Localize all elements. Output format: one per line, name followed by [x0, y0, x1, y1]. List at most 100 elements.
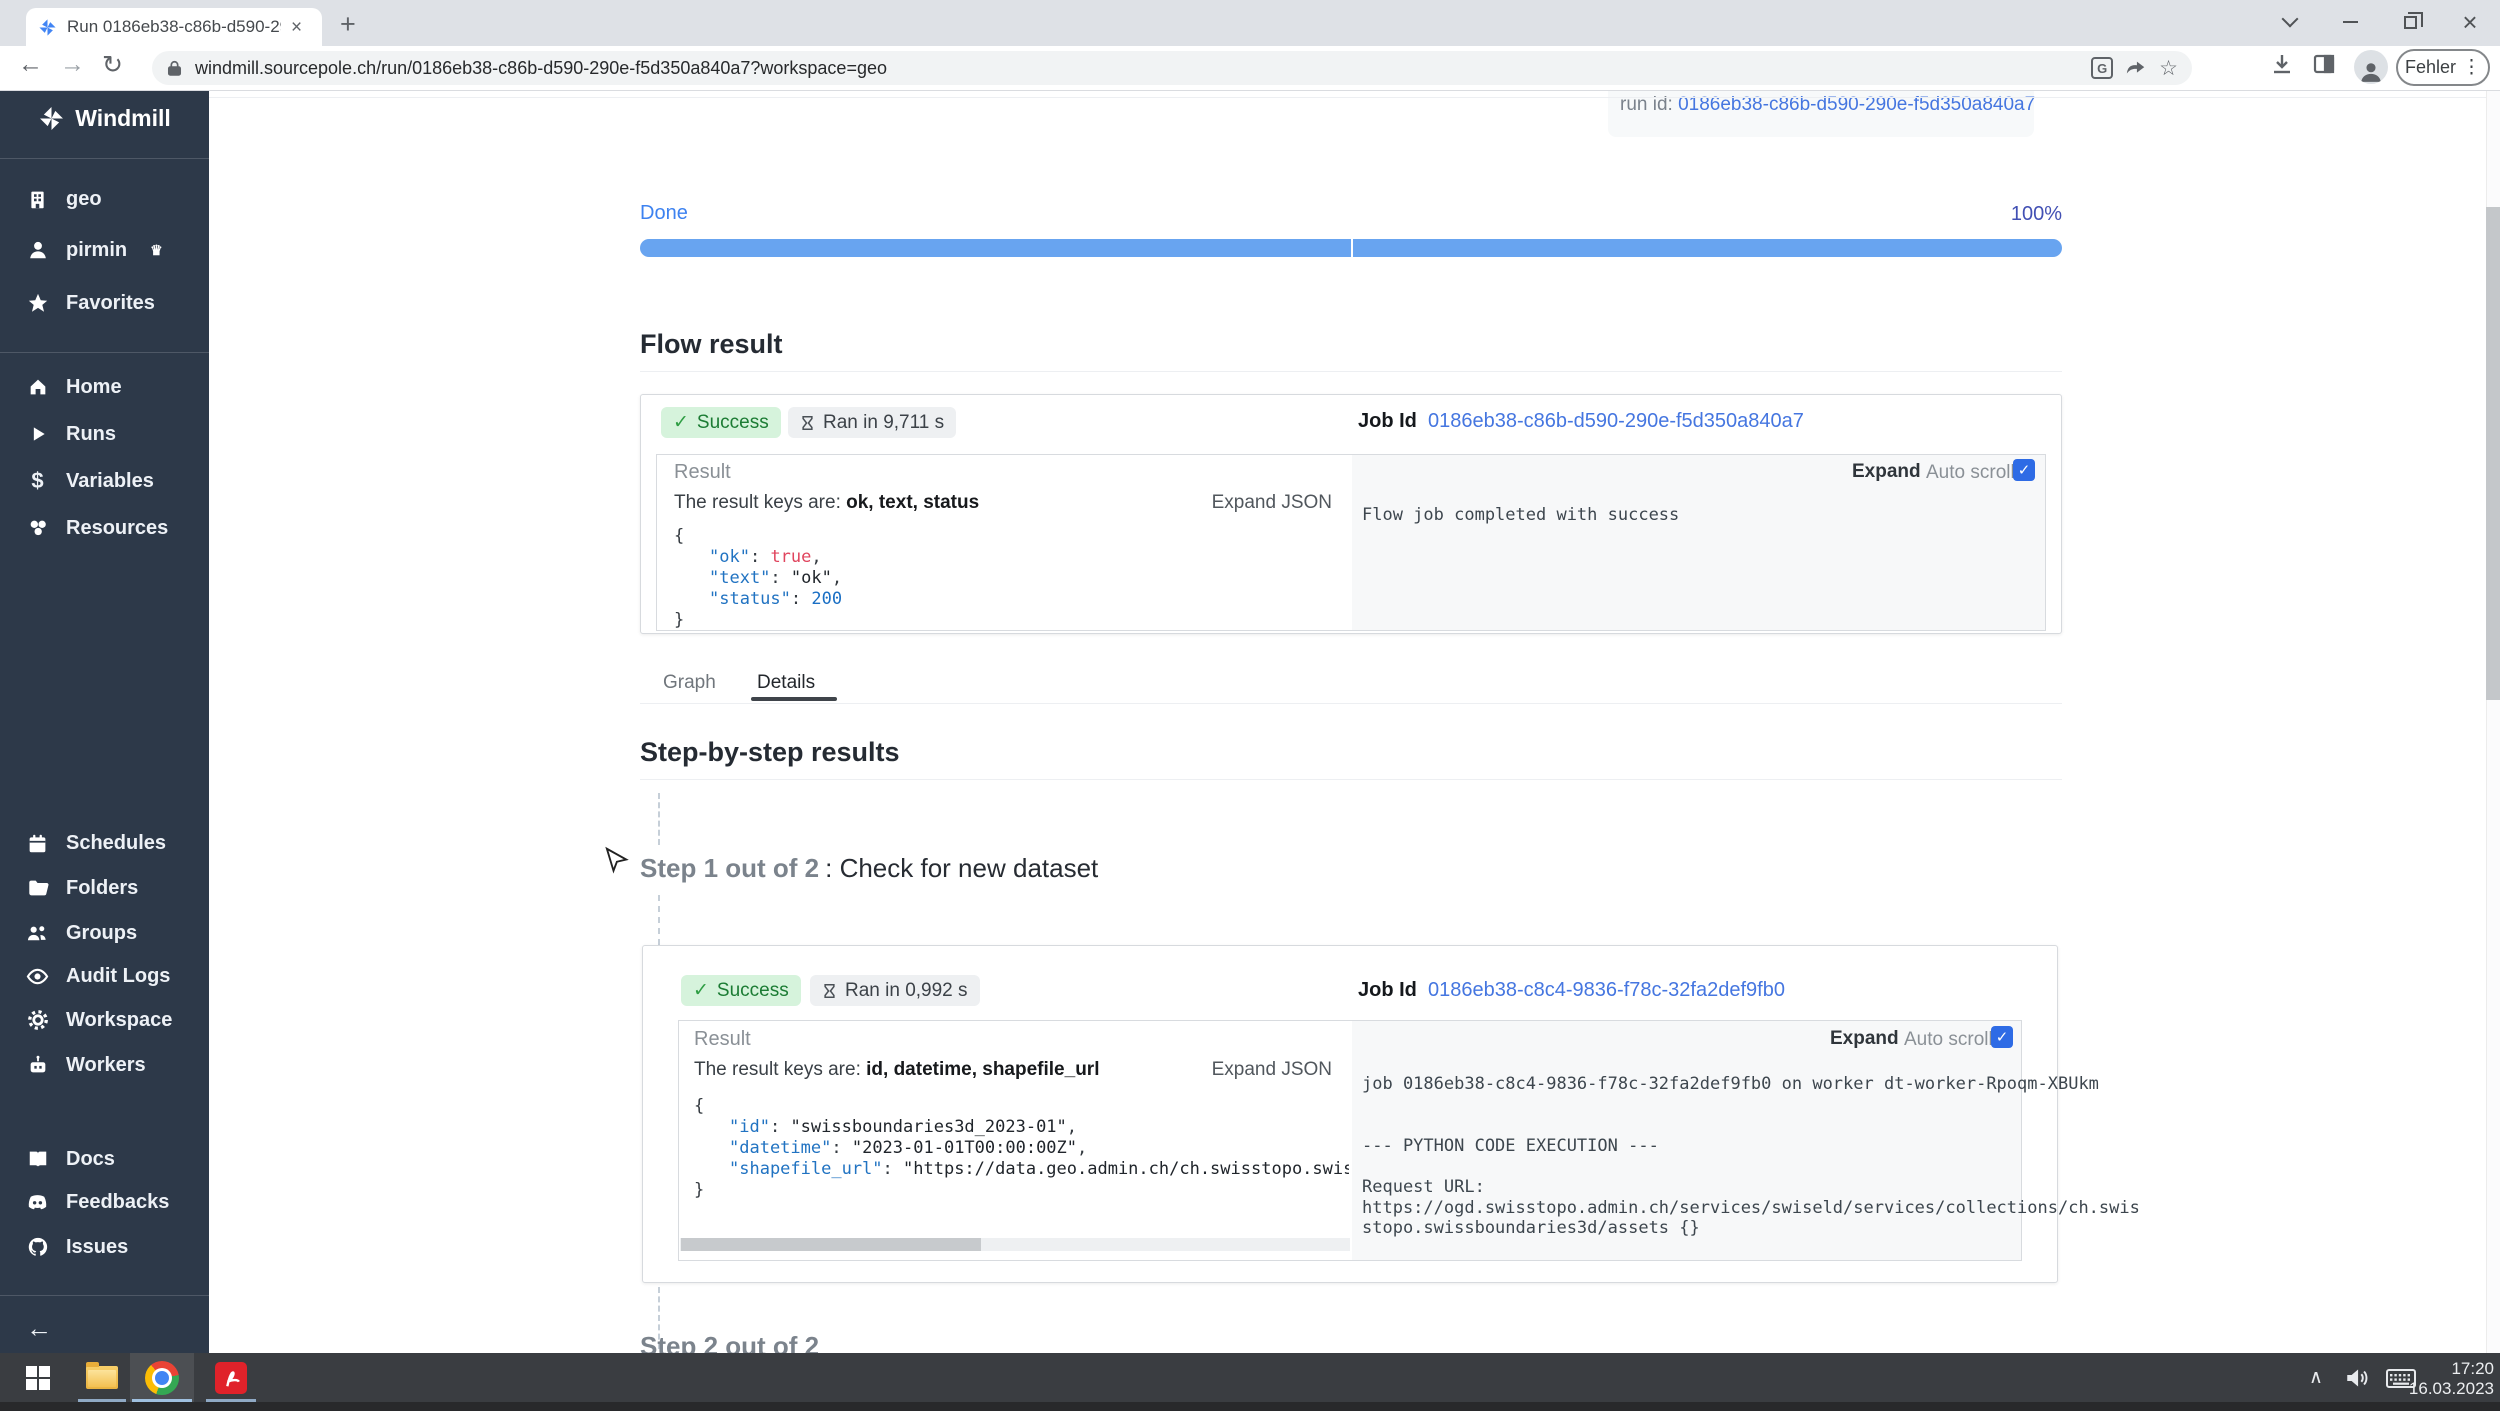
app-sidebar: Windmill geo pirmin ♛ Favorites Home Run…: [0, 91, 209, 1353]
start-button[interactable]: [10, 1353, 66, 1402]
sidebar-item-home[interactable]: Home: [0, 364, 209, 410]
bookmark-star-icon[interactable]: ☆: [2159, 56, 2178, 81]
divider: [640, 371, 2062, 372]
browser-error-menu-button[interactable]: Fehler ⋮: [2396, 49, 2490, 86]
sidebar-item-label: Favorites: [66, 292, 155, 315]
sidebar-item-feedbacks[interactable]: Feedbacks: [0, 1179, 209, 1225]
window-minimize-button[interactable]: [2328, 4, 2372, 40]
download-icon[interactable]: [2270, 52, 2294, 81]
app-open-indicator: [132, 1399, 192, 1402]
tray-chevron-up-icon[interactable]: ∧: [2296, 1353, 2336, 1402]
taskbar-clock[interactable]: 17:20 16.03.2023: [2392, 1359, 2494, 1399]
divider: [0, 352, 209, 353]
page-scrollbar-thumb[interactable]: [2486, 207, 2500, 700]
sidebar-item-workers[interactable]: Workers: [0, 1042, 209, 1088]
divider: [209, 97, 2486, 98]
sidebar-item-label: Groups: [66, 922, 137, 945]
new-tab-button[interactable]: +: [340, 9, 356, 40]
expand-log-button[interactable]: Expand: [1830, 1028, 1899, 1050]
sidebar-item-groups[interactable]: Groups: [0, 910, 209, 956]
forward-button[interactable]: →: [60, 50, 85, 79]
check-icon: ✓: [2018, 461, 2031, 479]
autoscroll-checkbox[interactable]: ✓: [2013, 459, 2035, 481]
step1-label: Step 1 out of 2: [640, 853, 819, 883]
clock-date: 16.03.2023: [2392, 1379, 2494, 1399]
sidebar-item-variables[interactable]: $ Variables: [0, 458, 209, 504]
tab-close-icon[interactable]: ×: [291, 18, 302, 37]
sidebar-item-label: Workers: [66, 1054, 146, 1077]
flow-result-heading: Flow result: [640, 329, 783, 360]
sidebar-collapse-button[interactable]: ←: [0, 1305, 209, 1351]
app-open-indicator: [206, 1399, 256, 1402]
divider: [640, 703, 2062, 704]
autoscroll-label: Auto scroll: [1904, 1029, 1993, 1051]
expand-json-button[interactable]: Expand JSON: [1140, 492, 1332, 514]
window-restore-button[interactable]: [2388, 4, 2432, 40]
flow-job-id-link[interactable]: 0186eb38-c86b-d590-290e-f5d350a840a7: [1428, 410, 1804, 433]
step1-duration-badge: Ran in 0,992 s: [810, 975, 980, 1006]
expand-json-button[interactable]: Expand JSON: [1140, 1059, 1332, 1081]
windmill-brand[interactable]: Windmill: [0, 105, 209, 132]
flow-result-json: { "ok": true, "text": "ok", "status": 20…: [674, 526, 842, 631]
step1-status-badge: ✓ Success: [681, 975, 801, 1006]
taskbar-chrome[interactable]: [130, 1353, 194, 1402]
person-icon: [26, 239, 49, 262]
autoscroll-checkbox[interactable]: ✓: [1991, 1026, 2013, 1048]
job-id-label: Job Id: [1358, 979, 1417, 1002]
result-keys-prefix: The result keys are:: [694, 1059, 866, 1080]
step1-title: : Check for new dataset: [825, 853, 1098, 883]
hourglass-icon: [822, 982, 837, 1000]
sidebar-item-issues[interactable]: Issues: [0, 1224, 209, 1270]
play-icon: [26, 423, 49, 446]
sidebar-item-docs[interactable]: Docs: [0, 1136, 209, 1182]
divider: [0, 1295, 209, 1296]
flow-status-badge: ✓ Success: [661, 407, 781, 438]
sidebar-item-folders[interactable]: Folders: [0, 865, 209, 911]
sidebar-item-schedules[interactable]: Schedules: [0, 820, 209, 866]
sidebar-item-user[interactable]: pirmin ♛: [0, 227, 209, 273]
url-text[interactable]: windmill.sourcepole.ch/run/0186eb38-c86b…: [195, 58, 2079, 79]
progress-step-divider: [1351, 239, 1353, 257]
sidebar-item-workspace-settings[interactable]: Workspace: [0, 997, 209, 1043]
horizontal-scrollbar-thumb[interactable]: [681, 1238, 981, 1251]
resources-icon: [26, 517, 49, 540]
translate-icon[interactable]: G: [2091, 57, 2113, 79]
expand-log-button[interactable]: Expand: [1852, 461, 1921, 483]
status-badge-label: Success: [697, 412, 769, 434]
check-icon: ✓: [693, 979, 709, 1002]
sidebar-item-favorites[interactable]: Favorites: [0, 280, 209, 326]
github-icon: [26, 1236, 49, 1259]
profile-avatar[interactable]: [2354, 50, 2388, 84]
sidebar-item-audit-logs[interactable]: Audit Logs: [0, 953, 209, 999]
sidebar-item-resources[interactable]: Resources: [0, 505, 209, 551]
step1-job-id-link[interactable]: 0186eb38-c8c4-9836-f78c-32fa2def9fb0: [1428, 979, 1785, 1002]
browser-tab[interactable]: Run 0186eb38-c86b-d590-290e- ×: [26, 8, 322, 46]
sidebar-item-label: Issues: [66, 1236, 128, 1259]
taskbar-acrobat[interactable]: [204, 1353, 258, 1402]
window-close-button[interactable]: ×: [2448, 4, 2492, 40]
brand-name: Windmill: [75, 105, 171, 132]
address-bar[interactable]: windmill.sourcepole.ch/run/0186eb38-c86b…: [152, 51, 2192, 85]
superadmin-crown-icon: ♛: [150, 242, 163, 259]
step1-log-text: job 0186eb38-c8c4-9836-f78c-32fa2def9fb0…: [1362, 1074, 2012, 1239]
home-icon: [26, 376, 49, 399]
hourglass-icon: [800, 414, 815, 432]
error-label: Fehler: [2405, 57, 2456, 78]
sidebar-item-workspace-geo[interactable]: geo: [0, 176, 209, 222]
duration-badge-label: Ran in 9,711 s: [823, 412, 944, 434]
sidebar-item-runs[interactable]: Runs: [0, 411, 209, 457]
share-icon[interactable]: [2125, 57, 2147, 79]
window-menu-chevron-icon[interactable]: [2268, 4, 2312, 40]
robot-icon: [26, 1054, 49, 1077]
step-connector-line: [658, 895, 660, 945]
step1-result-json: { "id": "swissboundaries3d_2023-01", "da…: [694, 1096, 1349, 1201]
taskbar-file-explorer[interactable]: [76, 1353, 128, 1402]
volume-icon[interactable]: [2336, 1353, 2378, 1402]
divider: [0, 158, 209, 159]
reload-button[interactable]: ↻: [102, 50, 123, 80]
check-icon: ✓: [1996, 1028, 2009, 1046]
back-button[interactable]: ←: [18, 50, 43, 79]
tab-details[interactable]: Details: [757, 672, 815, 694]
side-panel-icon[interactable]: [2312, 52, 2336, 81]
tab-graph[interactable]: Graph: [663, 672, 716, 694]
